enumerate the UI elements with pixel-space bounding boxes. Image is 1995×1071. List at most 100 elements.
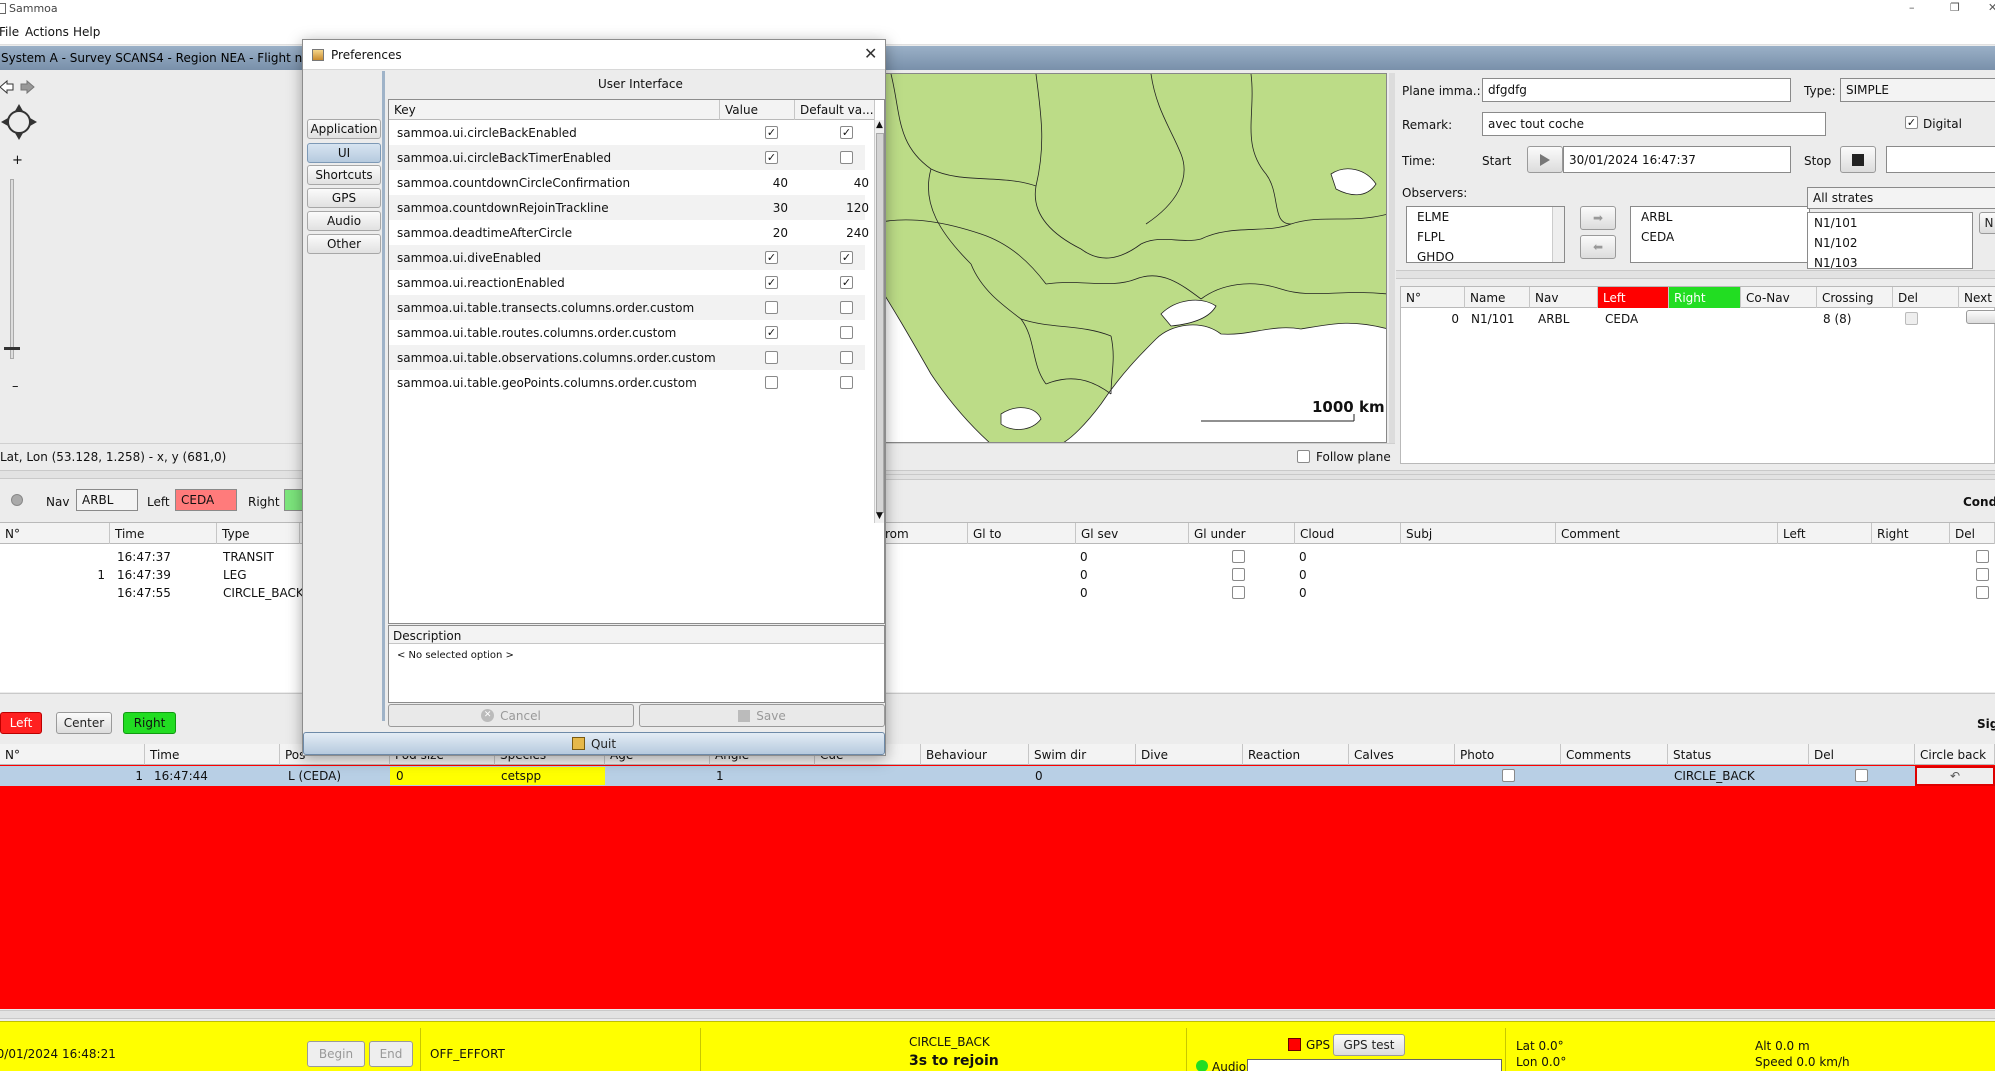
center-observation-button[interactable]: Center xyxy=(56,712,112,734)
obs-row-del-checkbox[interactable] xyxy=(1855,769,1868,782)
crossing-count[interactable]: 8 (8) xyxy=(1823,310,1851,328)
tab-shortcuts[interactable]: Shortcuts xyxy=(307,165,381,185)
zoom-out-icon[interactable]: – xyxy=(12,380,19,393)
tab-application[interactable]: Application xyxy=(307,119,381,139)
map-scroll-handle[interactable] xyxy=(1389,73,1395,443)
col-n[interactable]: N° xyxy=(0,744,145,765)
save-button[interactable]: Save xyxy=(639,704,885,727)
tab-other[interactable]: Other xyxy=(307,234,381,254)
gps-test-button[interactable]: GPS test xyxy=(1333,1034,1405,1056)
tab-ui[interactable]: UI xyxy=(307,143,381,163)
end-button[interactable]: End xyxy=(369,1041,413,1067)
crossing-name[interactable]: N1/101 xyxy=(1471,310,1515,328)
menu-help[interactable]: Help xyxy=(73,26,100,38)
preference-row[interactable]: sammoa.countdownRejoinTrackline 30 120 xyxy=(389,195,869,220)
selected-observer-item[interactable]: CEDA xyxy=(1631,227,1809,247)
col-type[interactable]: Type xyxy=(217,523,300,544)
selected-observer-item[interactable]: ARBL xyxy=(1631,207,1809,227)
default-checkbox[interactable] xyxy=(840,326,853,339)
menu-actions[interactable]: Actions xyxy=(25,26,69,38)
observers-available-list[interactable]: ELME FLPL GHDO xyxy=(1406,206,1565,263)
col-del[interactable]: Del xyxy=(1950,523,1995,544)
col-time[interactable]: Time xyxy=(145,744,280,765)
obs-row-swim[interactable]: 0 xyxy=(1035,767,1043,785)
col-comments[interactable]: Comments xyxy=(1561,744,1668,765)
col-status[interactable]: Status xyxy=(1668,744,1809,765)
col-right[interactable]: Right xyxy=(1669,287,1741,308)
strata-select[interactable]: All strates xyxy=(1807,187,1995,209)
col-del[interactable]: Del xyxy=(1893,287,1959,308)
col-dive[interactable]: Dive xyxy=(1136,744,1243,765)
start-button[interactable] xyxy=(1527,146,1563,173)
observer-item[interactable]: FLPL xyxy=(1407,227,1564,247)
back-arrow-icon[interactable] xyxy=(0,79,14,95)
col-conav[interactable]: Co-Nav xyxy=(1741,287,1817,308)
col-n[interactable]: N° xyxy=(0,523,110,544)
col-gl-sev[interactable]: Gl sev xyxy=(1076,523,1189,544)
preference-row[interactable]: sammoa.ui.diveEnabled ✓ ✓ xyxy=(389,245,865,270)
zoom-in-icon[interactable]: + xyxy=(12,154,23,167)
preference-value[interactable]: 30 xyxy=(715,201,788,215)
observers-selected-list[interactable]: ARBL CEDA xyxy=(1630,206,1810,263)
next-strata-button[interactable]: N xyxy=(1979,212,1995,234)
preference-value[interactable]: 40 xyxy=(715,176,788,190)
pan-icon[interactable] xyxy=(0,103,38,141)
route-row-type[interactable]: TRANSIT xyxy=(223,548,274,566)
col-swim-dir[interactable]: Swim dir xyxy=(1029,744,1136,765)
remark-field[interactable]: avec tout coche xyxy=(1482,112,1826,136)
route-row-glunder-checkbox[interactable] xyxy=(1232,586,1245,599)
follow-plane-checkbox[interactable] xyxy=(1297,450,1310,463)
value-checkbox[interactable]: ✓ xyxy=(765,251,778,264)
col-nav[interactable]: Nav xyxy=(1530,287,1598,308)
left-observation-button[interactable]: Left xyxy=(0,712,42,734)
obs-row-species[interactable]: cetspp xyxy=(495,767,605,785)
preferences-scrollbar[interactable]: ▲ ▼ xyxy=(874,120,884,523)
obs-row-n[interactable]: 1 xyxy=(0,767,143,785)
strata-item[interactable]: N1/103 xyxy=(1808,253,1972,268)
close-icon[interactable]: ✕ xyxy=(1988,2,1995,13)
col-behaviour[interactable]: Behaviour xyxy=(921,744,1029,765)
value-checkbox[interactable] xyxy=(765,351,778,364)
route-row-cloud[interactable]: 0 xyxy=(1299,548,1307,566)
remove-observer-button[interactable]: ⬅ xyxy=(1580,235,1616,259)
col-calves[interactable]: Calves xyxy=(1349,744,1455,765)
route-row-time[interactable]: 16:47:37 xyxy=(117,548,171,566)
col-subj[interactable]: Subj xyxy=(1401,523,1556,544)
route-row-time[interactable]: 16:47:55 xyxy=(117,584,171,602)
default-checkbox[interactable] xyxy=(840,351,853,364)
plane-field[interactable]: dfgdfg xyxy=(1482,78,1791,102)
col-from[interactable]: rom xyxy=(880,523,968,544)
preference-row[interactable]: sammoa.ui.table.observations.columns.ord… xyxy=(389,345,865,370)
tab-audio[interactable]: Audio xyxy=(307,211,381,231)
crossing-n[interactable]: 0 xyxy=(1401,310,1459,328)
scroll-down-icon[interactable]: ▼ xyxy=(876,512,883,521)
obs-row[interactable]: 1 16:47:44 L (CEDA) 0 cetspp 1 0 CIRCLE_… xyxy=(0,766,1995,786)
default-checkbox[interactable]: ✓ xyxy=(840,251,853,264)
col-n[interactable]: N° xyxy=(1401,287,1465,308)
forward-arrow-icon[interactable] xyxy=(20,79,36,95)
zoom-slider-thumb[interactable] xyxy=(4,347,20,350)
route-row-del-checkbox[interactable] xyxy=(1976,550,1989,563)
route-row-time[interactable]: 16:47:39 xyxy=(117,566,171,584)
circle-back-cell[interactable]: ↶ xyxy=(1915,766,1995,786)
preference-row[interactable]: sammoa.ui.table.routes.columns.order.cus… xyxy=(389,320,865,345)
crossing-next-button[interactable] xyxy=(1966,310,1995,324)
preference-row[interactable]: sammoa.ui.reactionEnabled ✓ ✓ xyxy=(389,270,865,295)
default-checkbox[interactable]: ✓ xyxy=(840,126,853,139)
obs-row-time[interactable]: 16:47:44 xyxy=(154,767,208,785)
strata-item[interactable]: N1/101 xyxy=(1808,213,1972,233)
col-del[interactable]: Del xyxy=(1809,744,1915,765)
zoom-slider[interactable] xyxy=(10,179,14,359)
map-view[interactable]: 1000 km xyxy=(870,73,1387,443)
value-checkbox[interactable] xyxy=(765,301,778,314)
default-checkbox[interactable] xyxy=(840,151,853,164)
route-row-glunder-checkbox[interactable] xyxy=(1232,550,1245,563)
col-gl-to[interactable]: Gl to xyxy=(968,523,1076,544)
route-row-type[interactable]: LEG xyxy=(223,566,247,584)
preference-row[interactable]: sammoa.ui.table.geoPoints.columns.order.… xyxy=(389,370,865,395)
strata-item[interactable]: N1/102 xyxy=(1808,233,1972,253)
add-observer-button[interactable]: ➡ xyxy=(1580,206,1616,230)
default-checkbox[interactable] xyxy=(840,301,853,314)
right-observation-button[interactable]: Right xyxy=(123,712,176,734)
col-right[interactable]: Right xyxy=(1872,523,1950,544)
